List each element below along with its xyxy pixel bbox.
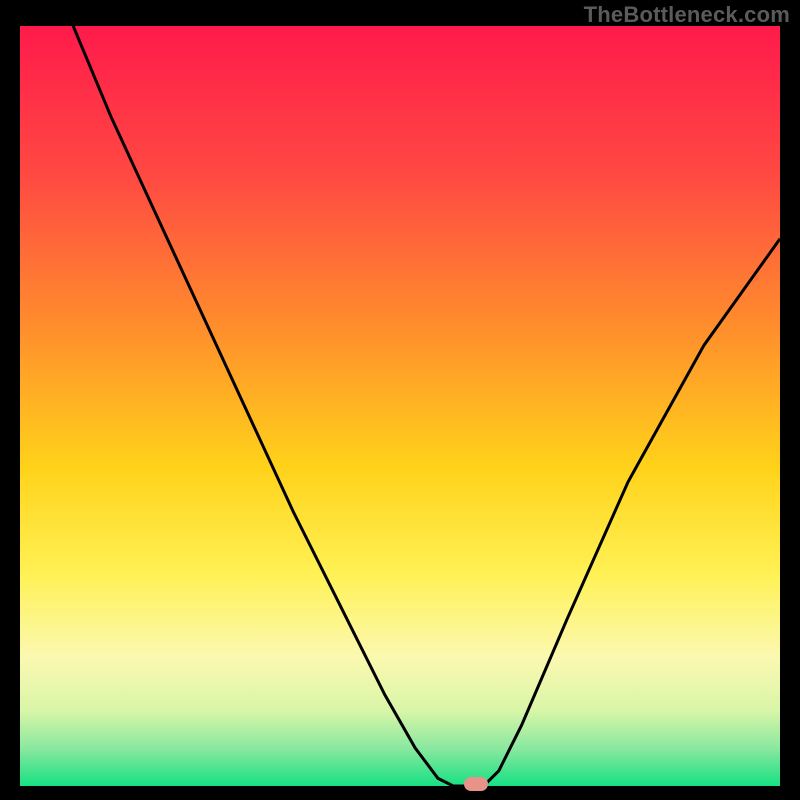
min-marker [464,777,488,791]
chart-svg [20,26,780,786]
gradient-background [20,26,780,786]
watermark-text: TheBottleneck.com [584,2,790,28]
chart-frame: TheBottleneck.com [0,0,800,800]
plot-area [20,26,780,786]
